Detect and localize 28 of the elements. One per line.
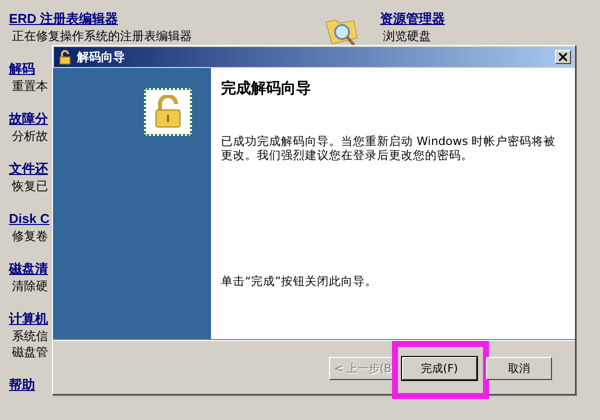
close-icon [559,53,567,61]
wizard-hint: 单击“完成”按钮关闭此向导。 [221,274,377,289]
tool-description: 清除硬 [11,279,48,293]
tool-description: 正在修复操作系统的注册表编辑器 [11,29,192,43]
tool-description: 修复卷 [11,229,48,243]
tool-description: 恢复已 [10,179,48,193]
window-title: 解码向导 [77,48,126,66]
tool-description: 重置本 [11,79,48,93]
tool-link[interactable]: 解码 [9,60,35,77]
wizard-heading: 完成解码向导 [221,78,311,98]
tool-link[interactable]: 帮助 [9,376,35,393]
cancel-button[interactable]: 取消 [486,357,552,380]
tool-link[interactable]: Disk C [9,210,50,227]
tool-link[interactable]: 磁盘清 [9,260,48,277]
tool-link[interactable]: 资源管理器 [380,10,445,27]
padlock-icon [59,50,71,64]
wizard-message: 已成功完成解码向导。当您重新启动 Windows 时帐户密码将被更改。我们强烈建议您在登录后更改您的密码。 [221,134,557,162]
tool-description: 系统信 [11,329,48,343]
finish-button[interactable]: 完成(F) [402,357,477,380]
unlocked-padlock-icon [144,88,192,136]
tool-link[interactable]: ERD 注册表编辑器 [9,10,118,27]
tool-link[interactable]: 文件还 [9,160,48,177]
tool-description: 分析故 [11,129,48,143]
tool-description: 浏览硬盘 [382,29,431,43]
tool-link[interactable]: 计算机 [9,310,48,327]
tool-description: 磁盘管 [11,345,48,359]
close-button[interactable] [555,50,571,64]
tool-link[interactable]: 故障分 [9,110,48,127]
